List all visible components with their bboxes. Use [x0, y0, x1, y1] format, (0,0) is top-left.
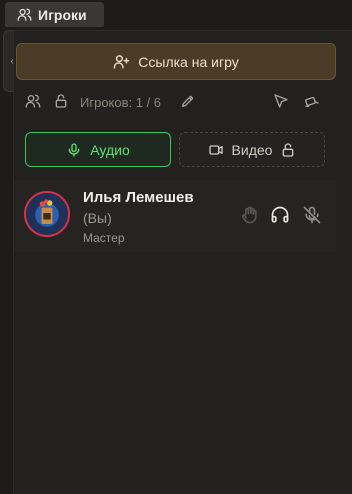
lock-icon[interactable] — [53, 93, 69, 109]
microphone-off-icon[interactable] — [302, 205, 322, 225]
video-camera-icon — [208, 144, 223, 155]
players-toolbar: Игроков: 1 / 6 — [25, 93, 325, 111]
invite-link-label: Ссылка на игру — [138, 53, 239, 70]
audio-label: Аудио — [90, 141, 130, 158]
users-icon[interactable] — [25, 93, 41, 109]
avatar-image — [26, 193, 68, 235]
players-count: Игроков: 1 / 6 — [80, 95, 162, 110]
tab-players[interactable]: Игроки — [5, 2, 104, 27]
tab-strip: Игроки — [0, 0, 352, 30]
raise-hand-icon[interactable] — [240, 205, 260, 225]
tab-label: Игроки — [38, 6, 87, 23]
camera-icon[interactable] — [304, 93, 320, 109]
audio-button[interactable]: Аудио — [25, 132, 171, 167]
player-name: Илья Лемешев — [83, 189, 194, 206]
headphones-icon[interactable] — [270, 205, 290, 225]
avatar[interactable] — [24, 191, 70, 237]
player-you-label: (Вы) — [83, 210, 112, 226]
users-icon — [17, 8, 32, 21]
user-plus-icon — [113, 55, 130, 69]
invite-link-button[interactable]: Ссылка на игру — [16, 43, 336, 80]
cursor-icon[interactable] — [273, 93, 289, 109]
lock-icon — [283, 142, 294, 157]
pencil-icon[interactable] — [180, 93, 196, 109]
video-label: Видео — [231, 141, 273, 158]
player-row: Илья Лемешев (Вы) Мастер — [14, 180, 336, 252]
player-role: Мастер — [83, 231, 125, 245]
video-button[interactable]: Видео — [179, 132, 325, 167]
microphone-icon — [68, 142, 80, 157]
